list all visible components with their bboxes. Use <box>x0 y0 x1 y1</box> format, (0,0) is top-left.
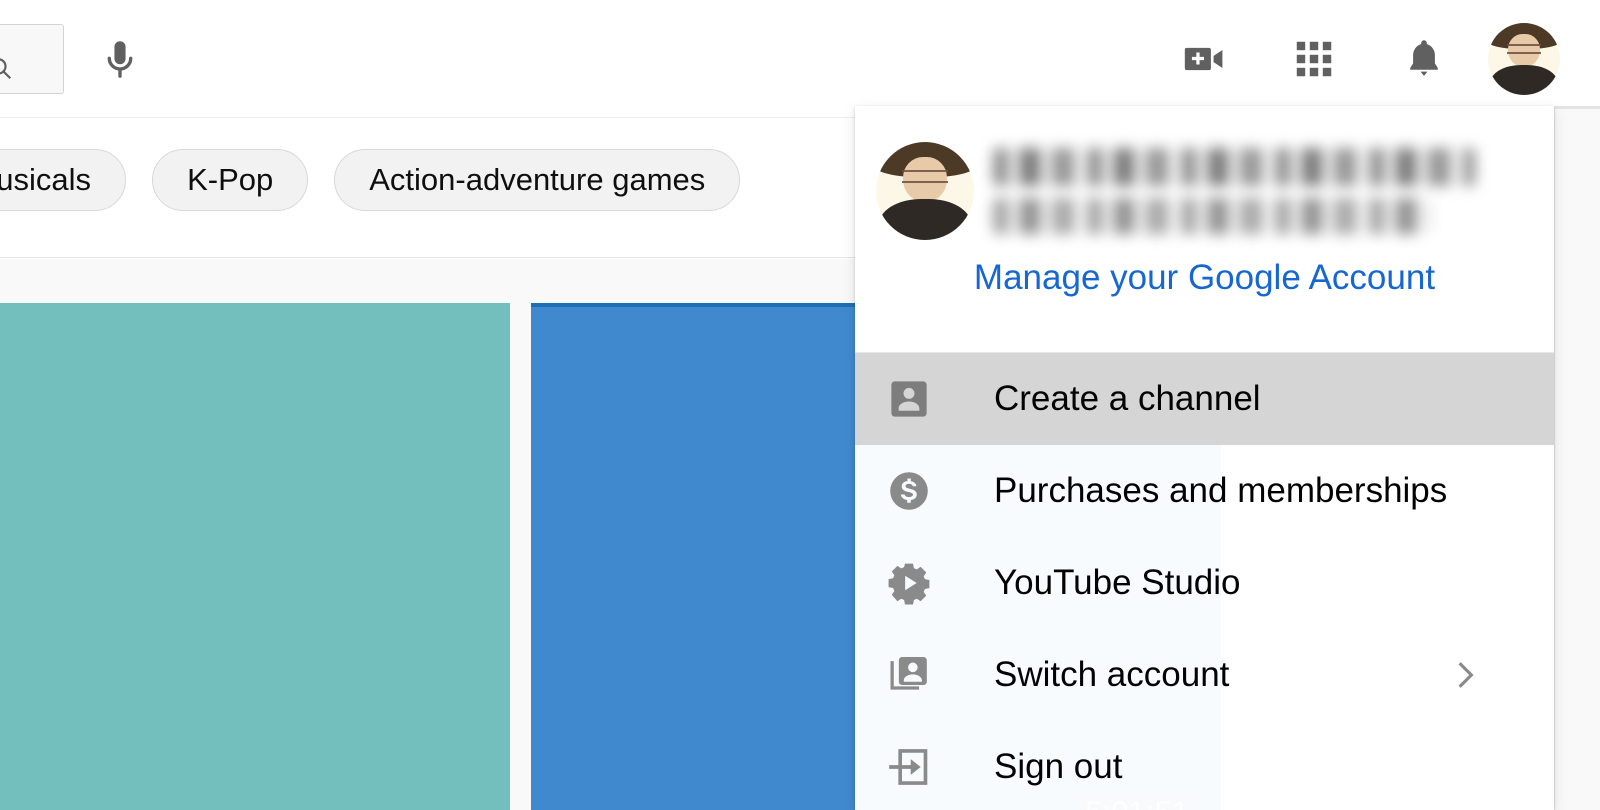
avatar <box>876 142 974 240</box>
menu-item-switch-account[interactable]: Switch account <box>855 629 1554 721</box>
chip-list: ovie musicals K-Pop Action-adventure gam… <box>0 149 741 211</box>
switch-account-icon <box>882 648 936 702</box>
menu-item-label: Switch account <box>994 655 1230 694</box>
menu-item-youtube-studio[interactable]: YouTube Studio <box>855 537 1554 629</box>
chip-action-adventure-games[interactable]: Action-adventure games <box>334 149 741 211</box>
chevron-right-icon <box>1448 658 1482 692</box>
account-name <box>993 148 1475 186</box>
avatar[interactable] <box>1488 23 1560 95</box>
video-thumbnail[interactable] <box>0 303 510 810</box>
page-gutter <box>1554 106 1600 810</box>
page-root: ovie musicals K-Pop Action-adventure gam… <box>0 0 1600 810</box>
bell-icon[interactable] <box>1388 23 1460 95</box>
menu-item-label: Create a channel <box>994 379 1261 418</box>
account-menu-panel: Manage your Google Account Create a chan… <box>855 106 1554 810</box>
menu-item-label: YouTube Studio <box>994 563 1241 602</box>
page-gutter-cap <box>1554 106 1600 109</box>
account-menu-list: Create a channel Purchases and membershi… <box>855 353 1554 810</box>
manage-google-account-link[interactable]: Manage your Google Account <box>855 258 1554 298</box>
chip-movie-musicals[interactable]: ovie musicals <box>0 149 127 211</box>
menu-item-purchases-and-memberships[interactable]: Purchases and memberships <box>855 445 1554 537</box>
menu-item-label: Purchases and memberships <box>994 471 1448 510</box>
search-input[interactable] <box>0 24 64 94</box>
menu-item-label: Sign out <box>994 747 1123 786</box>
dollar-circle-icon <box>882 464 936 518</box>
apps-grid-icon[interactable] <box>1278 23 1350 95</box>
menu-item-sign-out[interactable]: Sign out <box>855 721 1554 810</box>
search-icon <box>0 55 13 81</box>
account-email <box>993 198 1429 234</box>
gear-play-icon <box>882 556 936 610</box>
chip-k-pop[interactable]: K-Pop <box>152 149 309 211</box>
masthead <box>0 0 1600 118</box>
menu-item-create-a-channel[interactable]: Create a channel <box>855 353 1554 445</box>
microphone-icon[interactable] <box>84 24 156 96</box>
account-header: Manage your Google Account <box>855 106 1554 353</box>
header-actions <box>1168 0 1600 118</box>
person-badge-icon <box>882 372 936 426</box>
sign-out-icon <box>882 740 936 794</box>
create-video-icon[interactable] <box>1168 23 1240 95</box>
